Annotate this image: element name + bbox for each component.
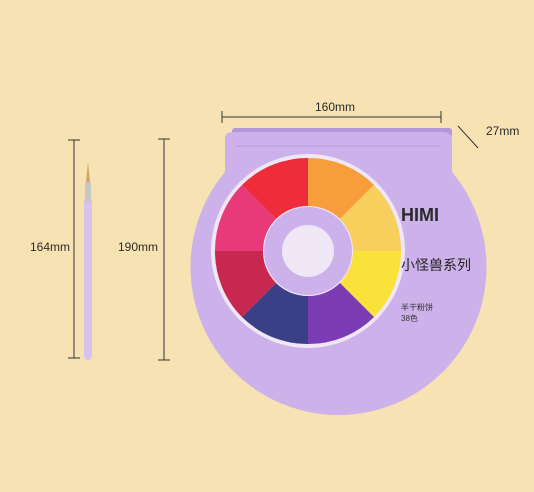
brand-logo: HIMI <box>401 205 439 225</box>
width-label: 160mm <box>315 100 356 114</box>
subtitle: 半干粉饼 <box>401 302 433 312</box>
case-height-label: 190mm <box>118 240 159 254</box>
color-count: 38色 <box>401 313 418 323</box>
paint-brush <box>84 162 92 360</box>
series-name: 小怪兽系列 <box>401 257 471 273</box>
product-photo: HIMI 小怪兽系列 半干粉饼 38色 160mm 27mm 164mm 190… <box>0 0 534 492</box>
depth-label: 27mm <box>486 124 520 138</box>
brush-length-label: 164mm <box>30 240 71 254</box>
scene-svg: HIMI 小怪兽系列 半干粉饼 38色 <box>68 111 487 415</box>
color-wheel <box>211 154 405 348</box>
depth-line <box>457 125 479 149</box>
